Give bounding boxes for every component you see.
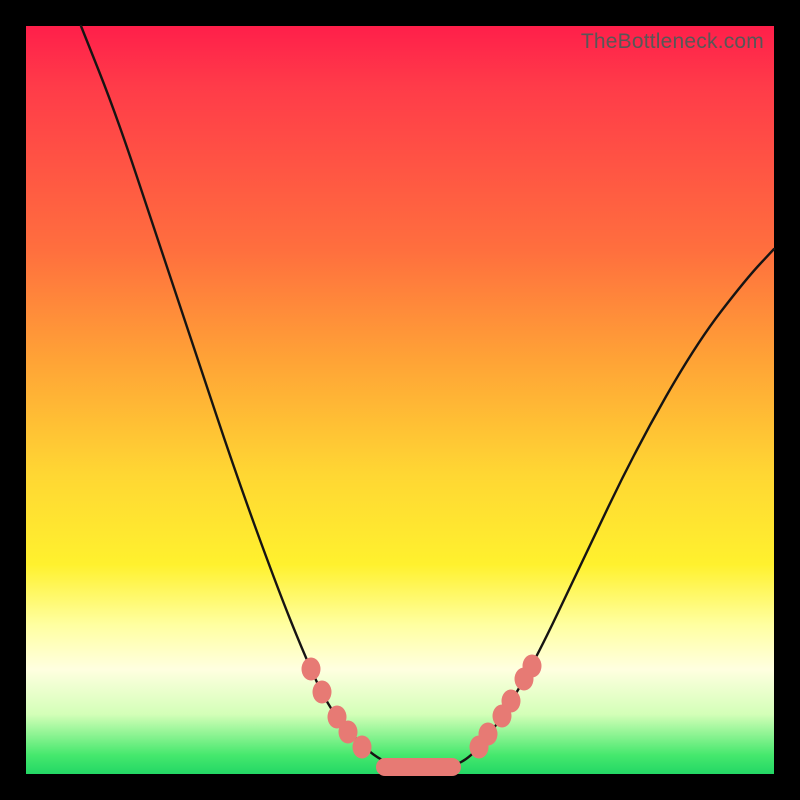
bead-right-3 bbox=[502, 690, 521, 713]
plot-area: TheBottleneck.com bbox=[26, 26, 774, 774]
bead-left-4 bbox=[353, 736, 372, 759]
bead-left-0 bbox=[302, 658, 321, 681]
bead-left-1 bbox=[313, 681, 332, 704]
curve-group bbox=[81, 26, 774, 768]
valley-bead-bar bbox=[376, 758, 461, 776]
bead-right-5 bbox=[523, 655, 542, 678]
bead-group bbox=[302, 655, 542, 777]
chart-overlay bbox=[26, 26, 774, 774]
bottleneck-curve bbox=[81, 26, 774, 768]
chart-frame: TheBottleneck.com bbox=[0, 0, 800, 800]
bead-right-1 bbox=[479, 723, 498, 746]
